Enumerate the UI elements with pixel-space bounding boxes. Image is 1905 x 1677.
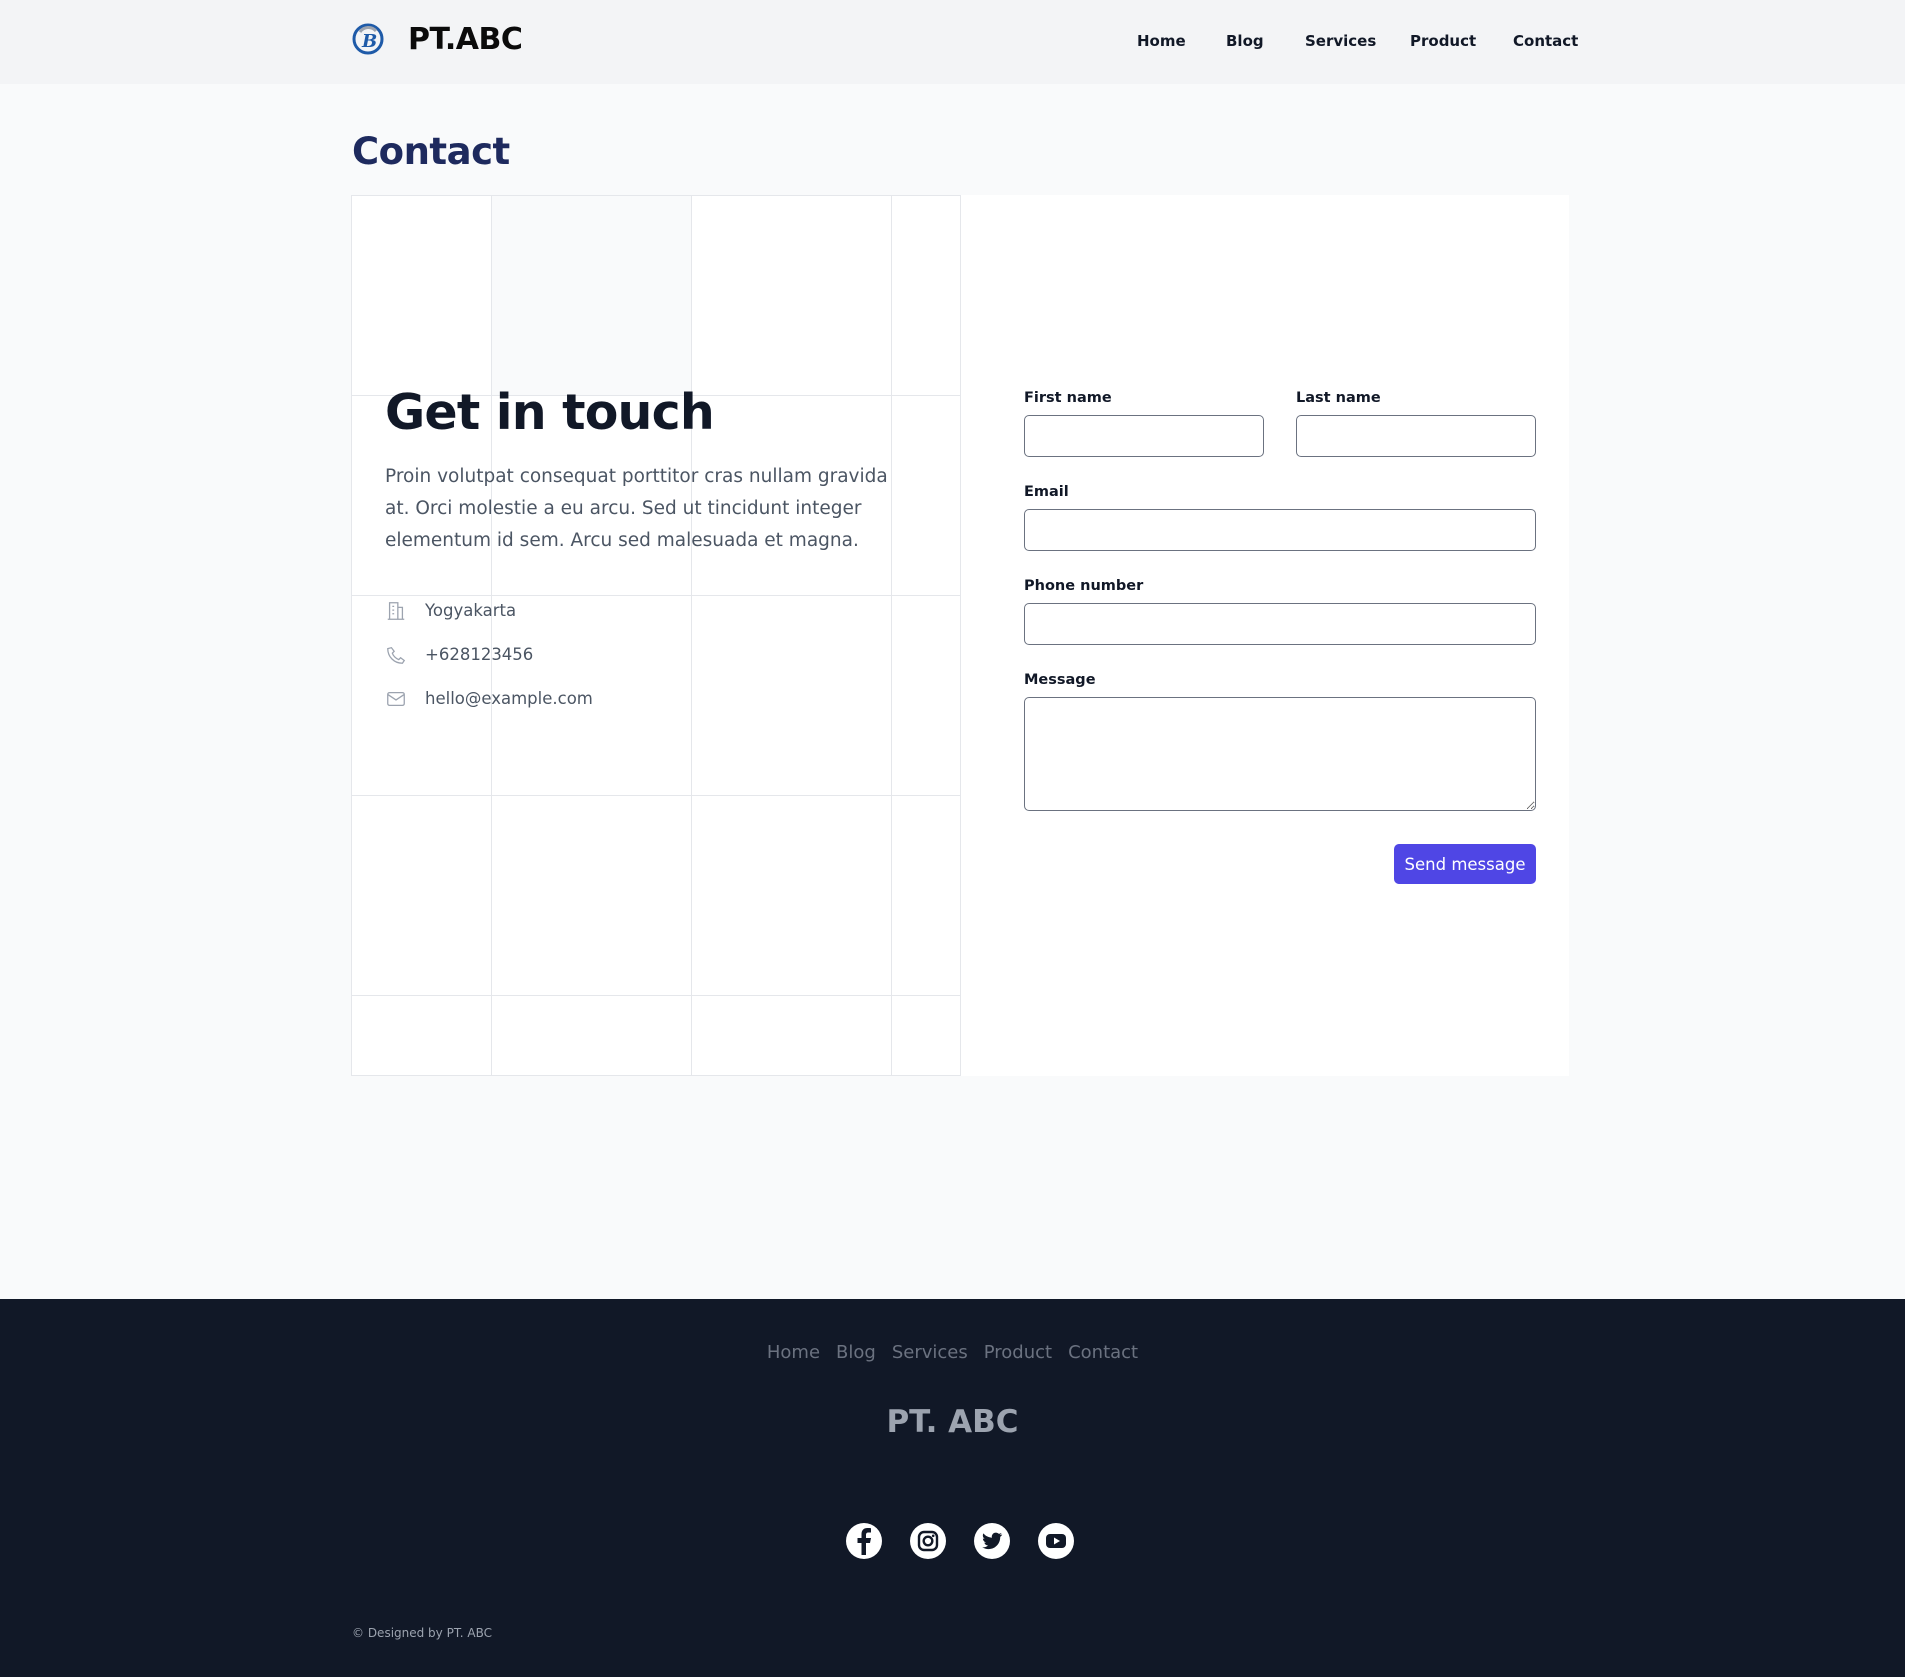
- email-text[interactable]: hello@example.com: [425, 689, 593, 708]
- nav-home[interactable]: Home: [1137, 32, 1186, 50]
- site-footer: Home Blog Services Product Contact PT. A…: [0, 1299, 1905, 1677]
- contact-form: First name Last name Email Phone number …: [961, 195, 1569, 1076]
- svg-text:B: B: [361, 31, 377, 52]
- footer-nav: Home Blog Services Product Contact: [0, 1342, 1905, 1363]
- first-name-label: First name: [1024, 390, 1112, 406]
- background-grid: [352, 196, 960, 1075]
- nav-contact[interactable]: Contact: [1513, 32, 1578, 50]
- youtube-icon[interactable]: [1036, 1521, 1076, 1561]
- envelope-icon: [387, 691, 405, 707]
- twitter-icon[interactable]: [972, 1521, 1012, 1561]
- nav-blog[interactable]: Blog: [1226, 32, 1264, 50]
- send-message-button[interactable]: Send message: [1394, 844, 1536, 884]
- footer-brand: PT. ABC: [886, 1404, 1019, 1440]
- nav-product[interactable]: Product: [1410, 32, 1476, 50]
- copyright-text: © Designed by PT. ABC: [352, 1626, 492, 1640]
- phone-input[interactable]: [1024, 603, 1536, 645]
- email-row: hello@example.com: [385, 686, 593, 712]
- footer-nav-product[interactable]: Product: [984, 1342, 1052, 1363]
- phone-icon: [387, 646, 406, 664]
- site-header: B PT.ABC Home Blog Services Product Cont…: [0, 0, 1905, 84]
- get-in-touch-description: Proin volutpat consequat porttitor cras …: [385, 466, 888, 551]
- phone-row: +628123456: [385, 642, 533, 668]
- address-text: Yogyakarta: [425, 601, 517, 620]
- facebook-icon[interactable]: [844, 1521, 884, 1561]
- logo-icon[interactable]: B: [352, 22, 384, 56]
- contact-info-panel: Get in touch Proin volutpat consequat po…: [351, 195, 961, 1076]
- phone-text[interactable]: +628123456: [425, 645, 533, 664]
- first-name-input[interactable]: [1024, 415, 1264, 457]
- footer-nav-contact[interactable]: Contact: [1068, 1342, 1138, 1363]
- address-row: Yogyakarta: [385, 598, 516, 624]
- message-label: Message: [1024, 672, 1096, 688]
- footer-nav-blog[interactable]: Blog: [836, 1342, 876, 1363]
- email-input[interactable]: [1024, 509, 1536, 551]
- message-textarea[interactable]: [1024, 697, 1536, 811]
- get-in-touch-heading: Get in touch: [385, 384, 715, 441]
- brand-name[interactable]: PT.ABC: [408, 22, 523, 57]
- building-icon: [387, 602, 405, 620]
- nav-services[interactable]: Services: [1305, 32, 1376, 50]
- page-title: Contact: [352, 130, 510, 173]
- last-name-input[interactable]: [1296, 415, 1536, 457]
- email-label: Email: [1024, 484, 1069, 500]
- phone-label: Phone number: [1024, 578, 1144, 594]
- last-name-label: Last name: [1296, 390, 1381, 406]
- instagram-icon[interactable]: [908, 1521, 948, 1561]
- footer-nav-services[interactable]: Services: [892, 1342, 968, 1363]
- footer-nav-home[interactable]: Home: [767, 1342, 820, 1363]
